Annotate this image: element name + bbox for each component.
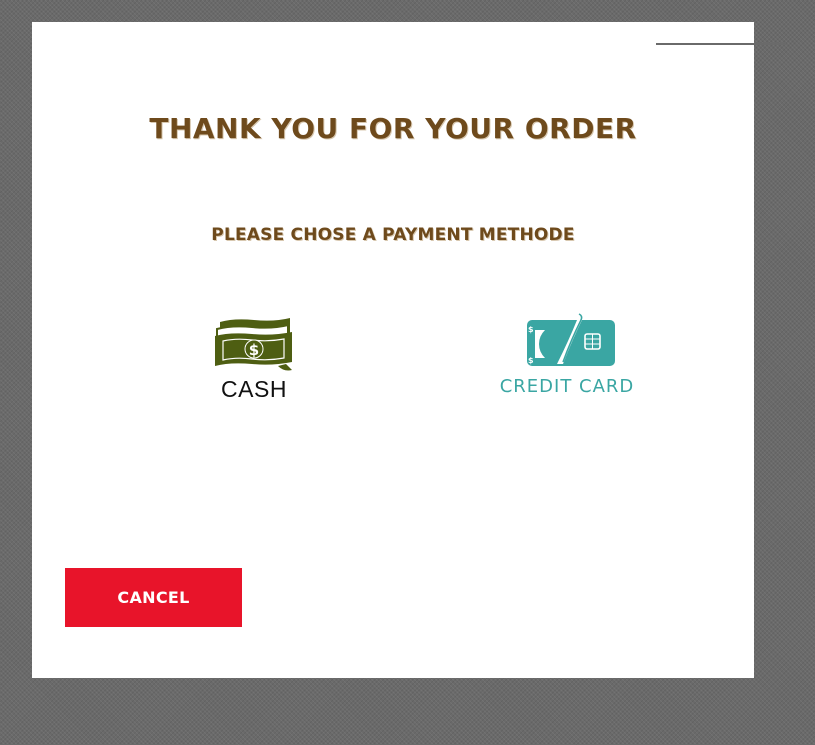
- modal-edge: [656, 43, 786, 45]
- credit-card-payment-button[interactable]: $ $ CREDIT CARD: [490, 310, 644, 406]
- cash-label: CASH: [221, 376, 287, 402]
- svg-text:$: $: [249, 341, 259, 359]
- payment-modal: THANK YOU FOR YOUR ORDER PLEASE CHOSE A …: [32, 22, 786, 678]
- credit-card-label: CREDIT CARD: [499, 376, 635, 397]
- modal-title: THANK YOU FOR YOUR ORDER: [149, 112, 637, 145]
- cash-payment-button[interactable]: $ CASH: [208, 316, 300, 408]
- svg-text:$: $: [528, 356, 534, 365]
- cancel-button[interactable]: CANCEL: [65, 568, 242, 627]
- cash-icon: $: [215, 318, 292, 371]
- credit-card-icon: $ $: [527, 311, 615, 366]
- modal-subtitle: PLEASE CHOSE A PAYMENT METHODE: [211, 225, 575, 245]
- svg-text:$: $: [528, 325, 534, 334]
